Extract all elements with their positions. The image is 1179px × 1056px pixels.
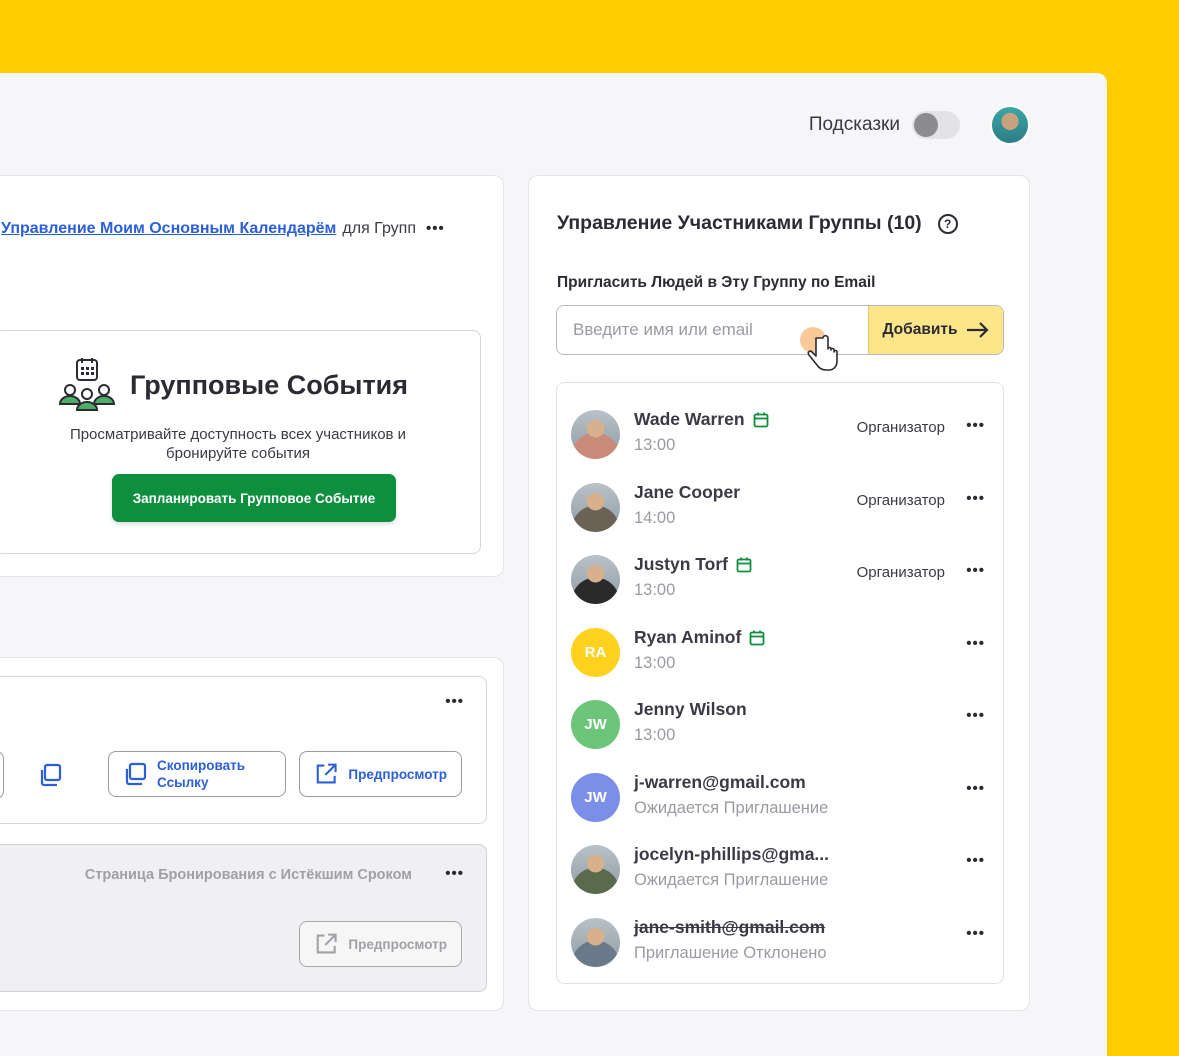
member-role: Организатор (856, 419, 945, 436)
group-calendar-icon (58, 358, 116, 411)
member-name-row: jane-smith@gmail.com (634, 917, 825, 938)
invite-field: Добавить (556, 305, 1004, 355)
member-name-row: Jenny Wilson (634, 699, 747, 720)
more-options-icon[interactable]: ••• (966, 925, 985, 942)
more-options-icon[interactable]: ••• (966, 852, 985, 869)
member-avatar: RA (571, 628, 620, 677)
member-avatar (571, 483, 620, 532)
member-role: Организатор (856, 564, 945, 581)
member-row[interactable]: JW j-warren@gmail.com Ожидается Приглашени… (557, 766, 1003, 838)
hand-cursor-icon (800, 327, 838, 371)
member-avatar (571, 410, 620, 459)
external-link-icon (316, 763, 337, 784)
expired-preview-label: Предпросмотр (348, 936, 447, 952)
member-role: Организатор (856, 492, 945, 509)
more-options-icon[interactable]: ••• (966, 635, 985, 652)
member-status: Приглашение Отклонено (634, 944, 827, 962)
calendar-icon (736, 557, 752, 572)
preview-button[interactable]: Предпросмотр (299, 751, 462, 797)
user-avatar[interactable] (990, 105, 1030, 145)
expired-preview-button[interactable]: Предпросмотр (299, 921, 462, 967)
members-panel: Управление Участниками Группы (10) ? При… (528, 175, 1030, 1011)
copy-icon (125, 762, 147, 786)
hints-toggle[interactable] (912, 111, 960, 139)
copy-icon[interactable] (38, 763, 62, 787)
topbar: Подсказки (809, 105, 1030, 145)
more-options-icon[interactable]: ••• (966, 490, 985, 507)
hints-label: Подсказки (808, 114, 900, 135)
member-row[interactable]: jocelyn-phillips@gma... Ожидается Приглаш… (557, 838, 1003, 910)
member-avatar: JW (571, 700, 620, 749)
invite-label: Пригласить Людей в Эту Группу по Email (557, 274, 876, 291)
member-row[interactable]: Wade Warren 13:00 Организатор ••• (557, 403, 1003, 475)
manage-calendar-link[interactable]: Управление Моим Основным Календарём (1, 220, 336, 237)
member-status: Ожидается Приглашение (634, 799, 829, 817)
add-button-label: Добавить (882, 321, 958, 338)
member-name-row: jocelyn-phillips@gma... (634, 844, 829, 865)
member-avatar: JW (571, 773, 620, 822)
member-row[interactable]: JW Jenny Wilson 13:00 ••• (557, 693, 1003, 765)
member-name-row: Wade Warren (634, 409, 769, 430)
copy-link-button[interactable]: Скопировать Ссылку (108, 751, 286, 797)
add-button[interactable]: Добавить (868, 306, 1003, 354)
member-name: Jane Cooper (634, 482, 740, 502)
group-events-header: Групповые События (58, 357, 408, 413)
member-name: Wade Warren (634, 409, 745, 429)
calendar-icon (753, 412, 768, 427)
more-options-icon[interactable]: ••• (445, 865, 464, 882)
app-window: Подсказки Управление Моим Основным Кален… (0, 73, 1107, 1056)
member-status: 13:00 (634, 726, 676, 744)
member-row[interactable]: Jane Cooper 14:00 Организатор ••• (557, 476, 1003, 548)
group-events-title: Групповые События (130, 369, 409, 400)
member-avatar (571, 555, 620, 604)
booking-links-card: ••• Скопировать Ссылку Предпросмотр Стра… (0, 657, 504, 1011)
group-events-box: Групповые События Просматривайте доступн… (0, 330, 481, 554)
members-panel-title-row: Управление Участниками Группы (10) ? (557, 212, 958, 235)
member-name-row: j-warren@gmail.com (634, 772, 806, 793)
more-options-icon[interactable]: ••• (966, 562, 985, 579)
member-status: 13:00 (634, 436, 676, 454)
more-options-icon[interactable]: ••• (966, 780, 985, 797)
member-name: Jenny Wilson (634, 699, 747, 719)
group-events-description: Просматривайте доступность всех участник… (69, 426, 407, 462)
more-options-icon[interactable]: ••• (426, 220, 445, 237)
member-status: 13:00 (634, 654, 676, 672)
calendar-line: Управление Моим Основным Календарём для Г… (1, 220, 445, 238)
member-status: 14:00 (634, 509, 676, 527)
member-avatar (571, 845, 620, 894)
group-events-card: Управление Моим Основным Календарём для Г… (0, 175, 504, 577)
more-options-icon[interactable]: ••• (445, 693, 464, 710)
member-name: Ryan Aminof (634, 627, 742, 647)
more-options-icon[interactable]: ••• (966, 417, 985, 434)
member-name-row: Ryan Aminof (634, 627, 765, 648)
member-name: jocelyn-phillips@gma... (634, 844, 830, 864)
external-link-icon (316, 933, 337, 954)
member-row[interactable]: RA Ryan Aminof 13:00 ••• (557, 621, 1003, 693)
member-row[interactable]: jane-smith@gmail.com Приглашение Отклонен… (557, 911, 1003, 983)
member-name-row: Jane Cooper (634, 482, 740, 503)
schedule-group-event-button[interactable]: Запланировать Групповое Событие (112, 474, 396, 522)
calendar-line-suffix: для Групп (342, 220, 416, 237)
members-panel-title: Управление Участниками Группы (10) (557, 212, 922, 234)
member-name-row: Justyn Torf (634, 554, 752, 575)
calendar-icon (749, 630, 765, 645)
booking-link-item: ••• Скопировать Ссылку Предпросмотр (0, 676, 487, 824)
expired-booking-item: Страница Бронирования с Истёкшим Сроком … (0, 844, 487, 992)
help-icon[interactable]: ? (937, 213, 958, 234)
more-options-icon[interactable]: ••• (966, 707, 985, 724)
member-name: jane-smith@gmail.com (634, 917, 826, 937)
member-row[interactable]: Justyn Torf 13:00 Организатор ••• (557, 548, 1003, 620)
copy-link-label: Скопировать Ссылку (157, 758, 246, 790)
member-avatar (571, 918, 620, 967)
member-name: Justyn Torf (634, 554, 728, 574)
toggle-knob (914, 113, 938, 137)
member-name: j-warren@gmail.com (634, 772, 806, 792)
partial-button[interactable] (0, 751, 4, 799)
member-status: Ожидается Приглашение (634, 871, 829, 889)
arrow-right-icon (966, 322, 989, 338)
preview-label: Предпросмотр (348, 766, 447, 782)
member-status: 13:00 (634, 581, 676, 599)
members-list: Wade Warren 13:00 Организатор ••• Jane Coope… (556, 382, 1004, 984)
expired-label: Страница Бронирования с Истёкшим Сроком (84, 867, 412, 883)
